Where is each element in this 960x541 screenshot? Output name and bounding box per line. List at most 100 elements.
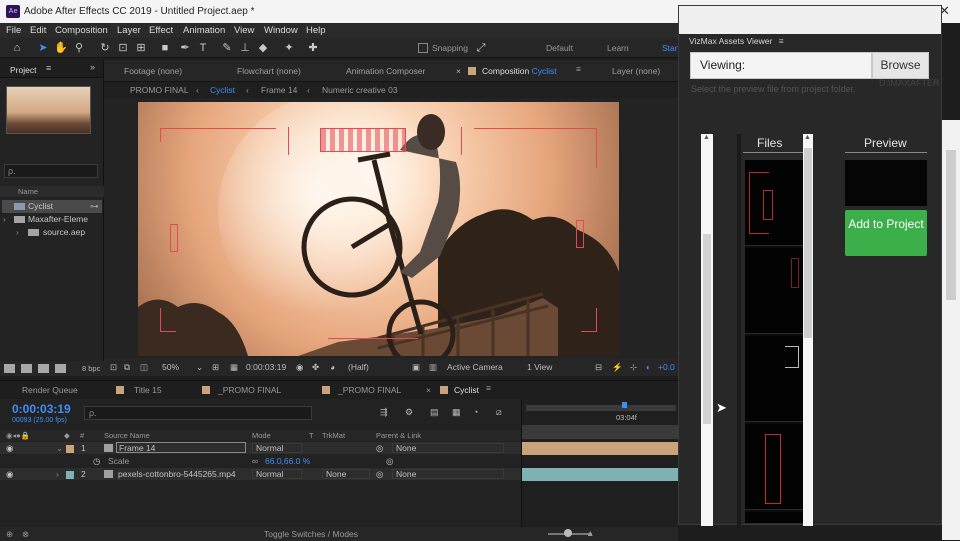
fast-preview-icon[interactable]: ⚡ bbox=[612, 362, 623, 373]
tab-title-15[interactable]: Title 15 bbox=[134, 385, 162, 395]
tab-cyclist[interactable]: Cyclist bbox=[454, 385, 479, 395]
toggle-pixel-aspect-icon[interactable]: ⊟ bbox=[595, 362, 602, 373]
t-header[interactable]: T bbox=[309, 431, 314, 440]
menu-window[interactable]: Window bbox=[264, 25, 298, 36]
mode-header[interactable]: Mode bbox=[252, 431, 271, 440]
comp-mini-flowchart-icon[interactable]: ⇶ bbox=[380, 407, 388, 418]
twirl-right-icon[interactable]: › bbox=[56, 469, 59, 479]
name-column-header[interactable]: Name bbox=[0, 186, 104, 197]
eraser-tool-icon[interactable]: ◆ bbox=[256, 41, 270, 55]
viewer-menu-icon[interactable]: ≡ bbox=[576, 64, 581, 74]
time-graph[interactable]: 03:04f bbox=[521, 399, 679, 527]
project-item-maxafter[interactable]: › Maxafter-Eleme bbox=[2, 213, 102, 226]
panel-menu-icon[interactable]: ≡ bbox=[46, 63, 51, 73]
workspace-default[interactable]: Default bbox=[546, 43, 573, 53]
outer-scrollbar[interactable] bbox=[942, 120, 960, 540]
tab-layer[interactable]: Layer (none) bbox=[612, 66, 660, 76]
menu-animation[interactable]: Animation bbox=[183, 25, 225, 36]
motion-blur-icon[interactable]: ◔ bbox=[473, 407, 478, 417]
add-to-project-button[interactable]: Add to Project bbox=[845, 210, 927, 256]
files-scrollbar[interactable]: ▲ bbox=[803, 134, 813, 526]
current-timecode[interactable]: 0:00:03:19 bbox=[12, 402, 71, 416]
breadcrumb-numeric[interactable]: Numeric creative 03 bbox=[322, 85, 398, 95]
clone-stamp-tool-icon[interactable]: ⊥ bbox=[238, 41, 252, 55]
rotate-tool-icon[interactable]: ↻ bbox=[98, 41, 112, 55]
stopwatch-icon[interactable]: ◷ bbox=[93, 456, 100, 467]
menu-help[interactable]: Help bbox=[306, 25, 326, 36]
breadcrumb-promo-final[interactable]: PROMO FINAL bbox=[130, 85, 189, 95]
file-thumbnail[interactable] bbox=[745, 160, 803, 246]
current-time-display[interactable]: 0:00:03:19 bbox=[246, 362, 286, 372]
hand-tool-icon[interactable]: ✋ bbox=[54, 41, 68, 55]
layer-switches-icon[interactable]: ⊕ bbox=[6, 529, 13, 540]
layer-name-field[interactable]: Frame 14 bbox=[116, 442, 246, 453]
zoom-slider-handle[interactable] bbox=[564, 529, 572, 537]
project-search-input[interactable]: ρ. bbox=[4, 164, 98, 178]
view-layout-dropdown[interactable]: 1 View bbox=[527, 362, 552, 372]
snapping-checkbox[interactable] bbox=[418, 43, 428, 53]
close-tab-icon[interactable]: × bbox=[426, 385, 431, 395]
expand-panels-icon[interactable]: » bbox=[90, 62, 95, 72]
camera-dropdown[interactable]: Active Camera bbox=[447, 362, 503, 372]
tab-flowchart[interactable]: Flowchart (none) bbox=[237, 66, 301, 76]
color-channel-icon[interactable]: ◕ bbox=[330, 362, 335, 372]
region-of-interest-icon[interactable]: ⧉ bbox=[124, 362, 130, 373]
left-scrollbar[interactable]: ▲ bbox=[701, 134, 713, 526]
outer-scroll-thumb[interactable] bbox=[946, 150, 956, 300]
graph-editor-icon[interactable]: ⧄ bbox=[496, 407, 502, 418]
scale-value[interactable]: 66.0,66.0 % bbox=[265, 456, 310, 466]
delete-icon[interactable] bbox=[55, 364, 66, 373]
label-color-swatch[interactable] bbox=[66, 470, 74, 479]
new-composition-icon[interactable] bbox=[38, 364, 49, 373]
resolution-dropdown[interactable]: (Half) bbox=[348, 362, 369, 372]
breadcrumb-cyclist[interactable]: Cyclist bbox=[210, 85, 235, 95]
roto-brush-tool-icon[interactable]: ✦ bbox=[282, 41, 296, 55]
pan-behind-tool-icon[interactable]: ⊞ bbox=[134, 41, 148, 55]
frame-blending-icon[interactable]: ▦ bbox=[452, 407, 461, 418]
project-tab[interactable]: Project bbox=[10, 65, 36, 75]
snapshot-icon[interactable]: ◉ bbox=[296, 362, 303, 373]
layer-row-2[interactable]: ◉ › 2 pexels-cottonbro-5445265.mp4 Norma… bbox=[0, 468, 521, 480]
tab-promo-final-1[interactable]: _PROMO FINAL bbox=[218, 385, 281, 395]
flowchart-icon[interactable]: ⊶ bbox=[90, 200, 99, 213]
pen-tool-icon[interactable]: ✒ bbox=[178, 41, 192, 55]
exposure-value[interactable]: +0.0 bbox=[658, 362, 675, 372]
tab-promo-final-2[interactable]: _PROMO FINAL bbox=[338, 385, 401, 395]
snap-options-icon[interactable]: ⤢ bbox=[474, 41, 488, 55]
browse-button[interactable]: Browse bbox=[872, 52, 929, 79]
flowchart-view-icon[interactable]: ⊹ bbox=[630, 362, 637, 373]
close-tab-icon[interactable]: × bbox=[456, 66, 461, 76]
new-folder-icon[interactable] bbox=[21, 364, 32, 373]
layer-search-input[interactable]: ρ. bbox=[84, 406, 312, 420]
bit-depth-label[interactable]: 8 bpc bbox=[82, 364, 100, 373]
workspace-standard[interactable]: Stan bbox=[662, 43, 680, 53]
menu-file[interactable]: File bbox=[6, 25, 21, 36]
playhead-handle[interactable] bbox=[622, 402, 627, 408]
workspace-learn[interactable]: Learn bbox=[607, 43, 629, 53]
always-preview-icon[interactable]: ⊡ bbox=[110, 362, 117, 373]
zoom-tool-icon[interactable]: ⚲ bbox=[72, 41, 86, 55]
composition-canvas[interactable] bbox=[138, 102, 619, 356]
show-channel-icon[interactable]: ✤ bbox=[312, 362, 319, 373]
home-icon[interactable]: ⌂ bbox=[10, 41, 24, 55]
parent-header[interactable]: Parent & Link bbox=[376, 431, 421, 440]
layer-2-duration-bar[interactable] bbox=[522, 468, 679, 481]
source-name-header[interactable]: Source Name bbox=[104, 431, 150, 440]
menu-effect[interactable]: Effect bbox=[149, 25, 173, 36]
file-thumbnail[interactable] bbox=[745, 512, 803, 524]
interpret-footage-icon[interactable] bbox=[4, 364, 15, 373]
menu-composition[interactable]: Composition bbox=[55, 25, 108, 36]
type-tool-icon[interactable]: T bbox=[196, 41, 210, 55]
transparency-toggle-icon[interactable]: ▥ bbox=[429, 362, 437, 373]
file-thumbnail[interactable] bbox=[745, 424, 803, 510]
tab-footage[interactable]: Footage (none) bbox=[124, 66, 182, 76]
selection-tool-icon[interactable]: ➤ bbox=[36, 41, 50, 55]
eye-icon[interactable]: ◉ bbox=[6, 469, 13, 480]
layer-name[interactable]: pexels-cottonbro-5445265.mp4 bbox=[118, 469, 236, 479]
exposure-icon[interactable]: ◐ bbox=[646, 362, 651, 372]
pick-whip-icon[interactable]: ◎ bbox=[376, 469, 383, 480]
menu-view[interactable]: View bbox=[234, 25, 254, 36]
shy-layers-icon[interactable]: ▤ bbox=[430, 407, 439, 418]
mask-visibility-icon[interactable]: ◫ bbox=[140, 362, 148, 373]
trkmat-header[interactable]: TrkMat bbox=[322, 431, 345, 440]
